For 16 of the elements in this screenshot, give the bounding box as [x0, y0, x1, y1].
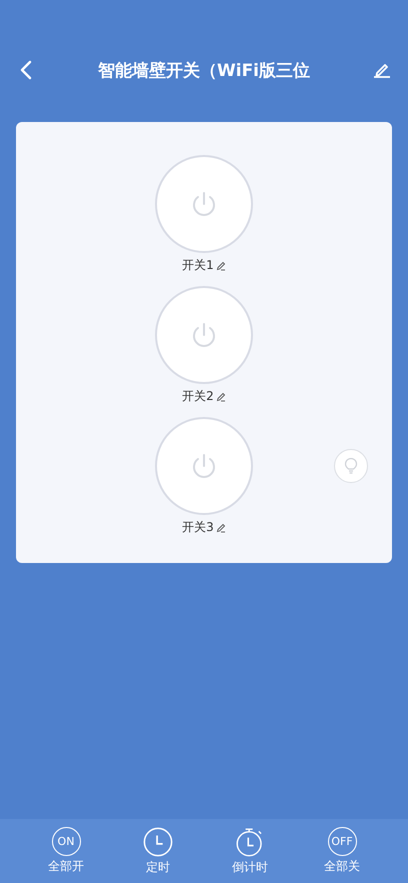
toolbar-button[interactable]: OFF 全部关 — [307, 827, 377, 883]
pencil-icon[interactable] — [216, 522, 226, 532]
bulb-icon — [344, 458, 358, 474]
toolbar-button[interactable]: 定时 — [123, 827, 193, 883]
clock-icon — [143, 827, 173, 857]
pencil-icon[interactable] — [216, 392, 226, 402]
page-title: 智能墙壁开关（WiFi版三位 — [98, 60, 310, 82]
back-icon — [19, 60, 33, 80]
on-icon: ON — [52, 827, 80, 856]
pencil-icon[interactable] — [216, 260, 226, 270]
switch-label: 开关3 — [182, 519, 214, 536]
switch-label: 开关2 — [182, 388, 214, 405]
switch-label: 开关1 — [182, 257, 214, 274]
off-icon: OFF — [328, 827, 356, 856]
toolbar-button[interactable]: ON 全部开 — [31, 827, 101, 883]
toolbar-button[interactable]: 倒计时 — [215, 827, 285, 883]
